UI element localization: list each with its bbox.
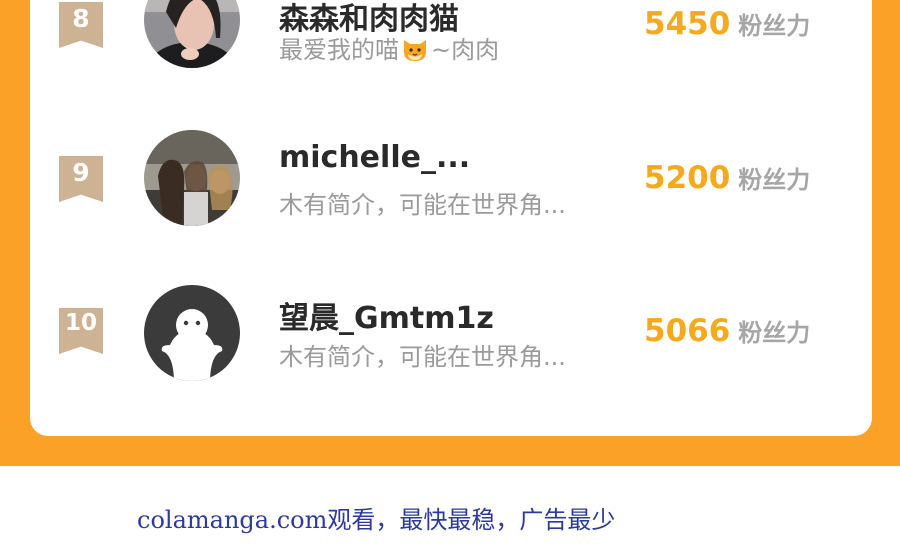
cat-face-icon	[401, 34, 429, 68]
fans-count: 5066	[644, 313, 731, 349]
footer-watermark-text: colamanga.com观看，最快最稳，广告最少	[137, 506, 616, 534]
fans-label: 粉丝力	[738, 319, 811, 347]
user-bio: 最爱我的喵 ~肉肉	[279, 30, 499, 68]
fans-score: 5066 粉丝力	[644, 313, 810, 349]
fans-count: 5450	[644, 6, 731, 42]
bio-text: 最爱我的喵	[279, 36, 399, 64]
avatar[interactable]	[144, 130, 240, 226]
user-photo-avatar	[144, 0, 240, 68]
default-user-icon	[144, 285, 240, 381]
rank-number: 10	[64, 310, 97, 336]
rank-number: 8	[72, 4, 90, 33]
fans-score: 5200 粉丝力	[644, 160, 810, 196]
rank-number: 9	[72, 158, 90, 187]
list-item[interactable]: 9 michelle_... 木有简介，可能在世界角... 5200 粉丝力	[30, 130, 872, 230]
list-item[interactable]: 8 森森和肉肉猫 最爱我的喵 ~肉肉 5450 粉丝力	[30, 0, 872, 72]
fans-count: 5200	[644, 160, 731, 196]
rank-badge: 8	[59, 2, 103, 48]
fans-label: 粉丝力	[738, 166, 811, 194]
fans-score: 5450 粉丝力	[644, 6, 810, 42]
user-name[interactable]: 望晨_Gmtm1z	[279, 293, 494, 337]
rank-badge: 9	[59, 156, 103, 202]
list-item[interactable]: 10 望晨_Gmtm1z 木有简介，可能在世界角... 5066 粉丝力	[30, 285, 872, 385]
bio-text: ~肉肉	[431, 36, 500, 64]
group-photo-avatar	[144, 130, 240, 226]
fans-label: 粉丝力	[738, 12, 811, 40]
avatar[interactable]	[144, 0, 240, 68]
user-name[interactable]: michelle_...	[279, 140, 470, 175]
user-bio: 木有简介，可能在世界角...	[279, 343, 566, 371]
leaderboard-card: 8 森森和肉肉猫 最爱我的喵 ~肉肉 5450 粉丝力 9 michelle_.…	[30, 0, 872, 436]
rank-badge: 10	[59, 308, 103, 354]
avatar[interactable]	[144, 285, 240, 381]
user-bio: 木有简介，可能在世界角...	[279, 191, 566, 219]
